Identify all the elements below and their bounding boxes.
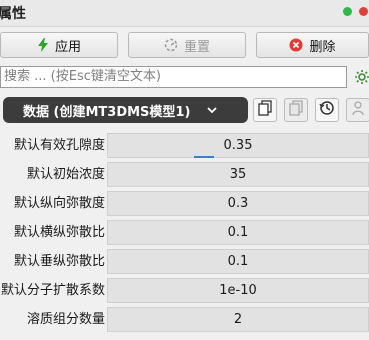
title-bar: 属性: [0, 0, 369, 27]
search-placeholder: 搜索 ... (按Esc键清空文本): [4, 69, 161, 84]
dataset-selected: 数据 (创建MT3DMS模型1): [23, 104, 191, 120]
copy-button[interactable]: [253, 98, 277, 122]
property-value[interactable]: 0.1: [107, 249, 369, 274]
property-row: 溶质组分数量 2: [0, 305, 369, 334]
property-value[interactable]: 0.35: [107, 133, 369, 158]
maximize-button[interactable]: [343, 7, 352, 16]
reset-icon: [164, 38, 178, 52]
property-value[interactable]: 0.3: [107, 191, 369, 216]
paste-icon: [289, 100, 303, 120]
user-button[interactable]: [346, 98, 369, 122]
user-icon: [351, 100, 365, 120]
property-grid: 默认有效孔隙度 0.35 默认初始浓度 35 默认纵向弥散度 0.3 默认横纵弥…: [0, 131, 369, 334]
paste-button[interactable]: [284, 98, 308, 122]
property-row: 默认纵向弥散度 0.3: [0, 189, 369, 218]
property-label: 默认初始浓度: [26, 167, 105, 182]
property-row: 默认有效孔隙度 0.35: [0, 131, 369, 160]
text-caret: [194, 156, 214, 158]
apply-button[interactable]: 应用: [0, 32, 118, 58]
property-row: 默认分子扩散系数 1e-10: [0, 276, 369, 305]
property-row: 默认垂纵弥散比 0.1: [0, 247, 369, 276]
property-label: 默认纵向弥散度: [13, 196, 105, 211]
dataset-dropdown[interactable]: 数据 (创建MT3DMS模型1): [3, 97, 248, 123]
chevron-down-icon: [206, 104, 218, 119]
property-value[interactable]: 35: [107, 162, 369, 187]
property-label: 默认分子扩散系数: [0, 283, 105, 298]
property-label: 溶质组分数量: [26, 312, 105, 327]
gear-icon[interactable]: [352, 67, 369, 87]
search-input[interactable]: 搜索 ... (按Esc键清空文本): [0, 66, 347, 88]
property-label: 默认垂纵弥散比: [13, 254, 105, 269]
property-label: 默认有效孔隙度: [13, 138, 105, 153]
property-label: 默认横纵弥散比: [13, 225, 105, 240]
apply-label: 应用: [54, 39, 81, 55]
property-value[interactable]: 1e-10: [107, 278, 369, 303]
property-value[interactable]: 0.1: [107, 220, 369, 245]
property-row: 默认横纵弥散比 0.1: [0, 218, 369, 247]
copy-icon: [258, 100, 272, 120]
delete-button[interactable]: 删除: [256, 32, 369, 58]
history-button[interactable]: [315, 98, 339, 122]
close-button[interactable]: [359, 7, 368, 16]
history-icon: [319, 100, 335, 120]
property-value[interactable]: 2: [107, 307, 369, 332]
delete-icon: [289, 38, 303, 52]
panel-title: 属性: [0, 6, 26, 22]
delete-label: 删除: [309, 39, 336, 55]
reset-label: 重置: [183, 39, 210, 55]
bolt-icon: [37, 38, 49, 52]
reset-button[interactable]: 重置: [128, 32, 246, 58]
property-row: 默认初始浓度 35: [0, 160, 369, 189]
